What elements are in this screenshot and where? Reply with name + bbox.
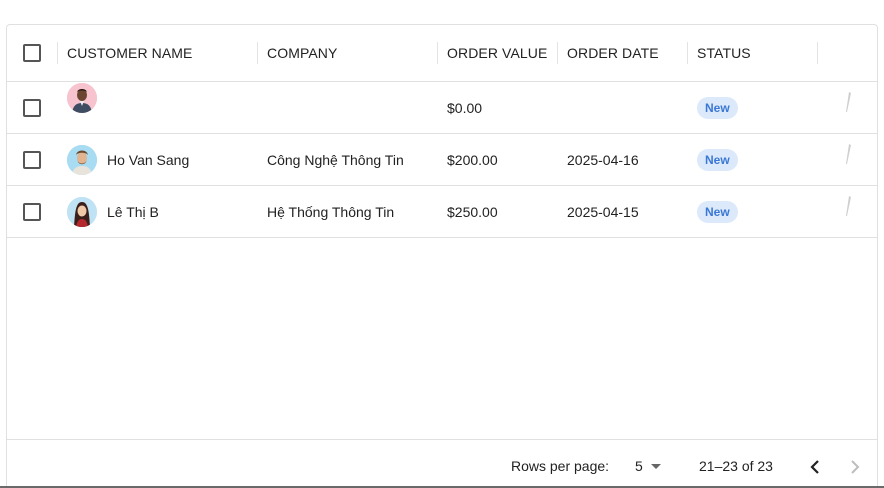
column-header-customer-name[interactable]: CUSTOMER NAME — [57, 25, 257, 81]
order-value-cell: $250.00 — [447, 204, 498, 220]
row-select-checkbox[interactable] — [23, 203, 41, 221]
status-cell: New — [697, 134, 738, 186]
rows-per-page-label: Rows per page: — [511, 458, 610, 474]
customer-name-cell: Ho Van Sang — [107, 152, 190, 168]
column-header-order-date[interactable]: ORDER DATE — [557, 25, 687, 81]
pencil-icon[interactable] — [843, 91, 853, 113]
status-badge: New — [697, 97, 738, 119]
chevron-right-icon[interactable] — [843, 455, 867, 479]
status-cell: New — [697, 186, 738, 238]
column-header-company[interactable]: COMPANY — [257, 25, 437, 81]
status-badge: New — [697, 149, 738, 171]
order-value-cell: $0.00 — [447, 100, 483, 116]
chevron-left-icon[interactable] — [803, 455, 827, 479]
man-avatar — [67, 83, 97, 113]
pagination-range: 21–23 of 23 — [699, 458, 773, 474]
customer-name-cell: Lê Thị B — [107, 204, 159, 220]
woman-avatar — [67, 197, 97, 227]
select-all-checkbox[interactable] — [23, 44, 41, 62]
table-row[interactable]: Ho Van Sang Công Nghệ Thông Tin $200.00 … — [7, 134, 877, 186]
table-row[interactable]: Lê Thị B Hệ Thống Thông Tin $250.00 2025… — [7, 186, 877, 238]
column-header-status[interactable]: STATUS — [687, 25, 817, 81]
caret-down-icon — [651, 464, 661, 469]
pencil-icon[interactable] — [843, 143, 853, 165]
row-select-checkbox[interactable] — [23, 99, 41, 117]
pagination-footer: Rows per page: 5 21–23 of 23 — [7, 439, 877, 488]
rows-per-page-select[interactable]: 5 — [631, 452, 667, 480]
orders-data-grid: CUSTOMER NAME COMPANY ORDER VALUE ORDER … — [6, 24, 878, 488]
column-header-order-value[interactable]: ORDER VALUE — [437, 25, 557, 81]
row-select-checkbox[interactable] — [23, 151, 41, 169]
pencil-icon[interactable] — [843, 195, 853, 217]
company-cell: Hệ Thống Thông Tin — [267, 204, 395, 220]
order-value-cell: $200.00 — [447, 152, 498, 168]
company-cell: Công Nghệ Thông Tin — [267, 152, 404, 168]
column-separator[interactable] — [817, 42, 818, 64]
rows-per-page-value: 5 — [635, 458, 643, 474]
status-badge: New — [697, 201, 738, 223]
table-row[interactable]: $0.00 New — [7, 82, 877, 134]
bearded-man-avatar — [67, 145, 97, 175]
order-date-cell: 2025-04-16 — [567, 152, 639, 168]
status-cell: New — [697, 82, 738, 134]
order-date-cell: 2025-04-15 — [567, 204, 639, 220]
grid-header-row: CUSTOMER NAME COMPANY ORDER VALUE ORDER … — [7, 25, 877, 82]
